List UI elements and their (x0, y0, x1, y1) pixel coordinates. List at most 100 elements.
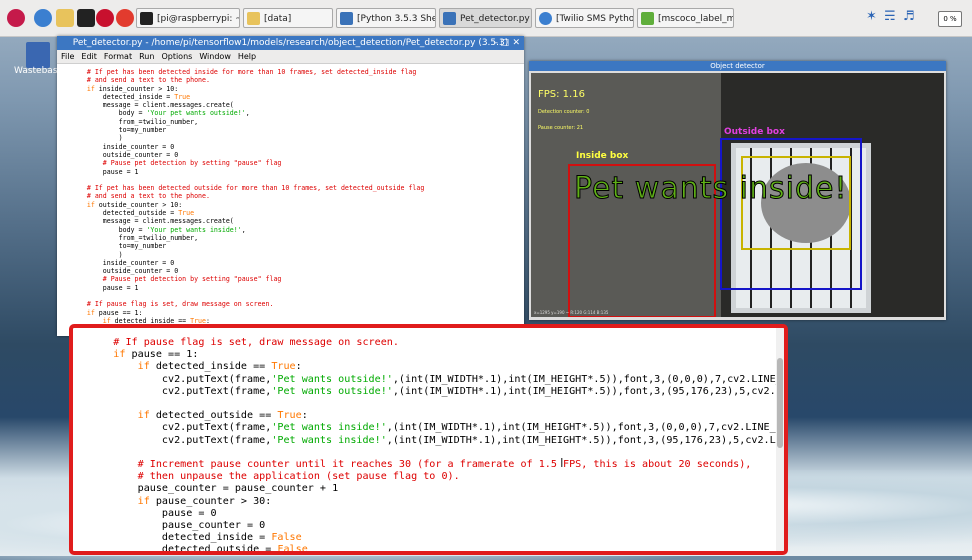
code-line: if pause == 1: (71, 309, 524, 317)
code-token: ,(int(IM_WIDTH*.1),int(IM_HEIGHT*.5)),fo… (386, 434, 782, 446)
code-token: cv2.putText(frame, (89, 385, 272, 397)
code-token: if (89, 349, 132, 361)
code-line: detected_outside = False (89, 544, 784, 555)
code-token: # and send a text to the phone. (71, 76, 210, 85)
code-token: # If pet has been detected inside for mo… (71, 68, 417, 76)
task-label: [pi@raspberrypi: ~/te... (157, 14, 239, 24)
menu-item-help[interactable]: Help (238, 52, 256, 61)
mathematica-icon[interactable] (116, 9, 134, 27)
code-line: # Pause pet detection by setting "pause"… (71, 275, 524, 283)
code-line: if detected_outside == True: (89, 410, 784, 422)
code-line: from_=twilio_number, (71, 118, 524, 126)
maximize-icon[interactable]: □ (500, 36, 509, 50)
code-token: outside_counter = 0 (71, 267, 179, 276)
wifi-icon[interactable]: ☴ (884, 9, 896, 24)
code-token: detected_outside = (89, 544, 278, 555)
code-token: inside_counter = 0 (71, 142, 175, 151)
code-token: if (89, 361, 156, 373)
minimize-icon[interactable]: – (494, 36, 499, 50)
wolfram-icon[interactable] (96, 9, 114, 27)
code-token: : (301, 410, 308, 422)
code-line: cv2.putText(frame,'Pet wants inside!',(i… (89, 422, 784, 434)
terminal-icon[interactable] (77, 9, 95, 27)
code-area[interactable]: # If pet has been detected inside for mo… (57, 64, 528, 342)
code-line: detected_outside = True (71, 209, 524, 217)
file-manager-icon[interactable] (56, 9, 74, 27)
code-token: pause = 1 (71, 167, 139, 176)
menu-item-edit[interactable]: Edit (81, 52, 97, 61)
code-line: detected_inside = False (89, 532, 784, 544)
task-label-map[interactable]: [mscoco_label_map.p... (637, 8, 734, 28)
code-line: pause_counter = 0 (89, 520, 784, 532)
code-line: inside_counter = 0 (71, 143, 524, 151)
zoomed-code-area: # If pause flag is set, draw message on … (73, 328, 784, 555)
code-token: False (277, 544, 308, 555)
scrollbar[interactable] (776, 328, 784, 551)
code-token: to=my_number (71, 126, 167, 135)
code-token: ) (71, 134, 123, 143)
menu-item-format[interactable]: Format (104, 52, 132, 61)
raspberry-menu-icon[interactable] (7, 9, 25, 27)
code-token: # If pause flag is set, draw message on … (71, 300, 274, 309)
code-token: ) (71, 250, 123, 259)
object-detector-window: Object detector FPS: 1.16 Detection coun… (529, 61, 946, 320)
task-label: [data] (264, 14, 292, 24)
task-twilio-browser[interactable]: [Twilio SMS Python Q... (535, 8, 634, 28)
task-terminal[interactable]: [pi@raspberrypi: ~/te... (136, 8, 240, 28)
code-line: # If pause flag is set, draw message on … (71, 300, 524, 308)
code-token: detected_inside == (155, 361, 272, 373)
volume-icon[interactable]: ♬ (903, 9, 915, 24)
task-data-folder[interactable]: [data] (243, 8, 333, 28)
code-line: cv2.putText(frame,'Pet wants outside!',(… (89, 374, 784, 386)
wastebasket-icon[interactable] (26, 42, 50, 68)
code-token: # then unpause the application (set paus… (89, 471, 460, 483)
code-token: 'Your pet wants outside!' (146, 109, 246, 118)
menu-item-run[interactable]: Run (139, 52, 154, 61)
code-token: pause_counter > 30: (155, 495, 272, 507)
code-line: # Pause pet detection by setting "pause"… (71, 159, 524, 167)
folder-icon (247, 12, 260, 25)
code-token: 'Pet wants outside!' (271, 373, 393, 385)
code-line: cv2.putText(frame,'Pet wants outside!',(… (89, 386, 784, 398)
code-token: from_=twilio_number, (71, 233, 199, 242)
task-label: Pet_detector.py - /ho... (460, 14, 531, 24)
code-token: pause = 1 (71, 283, 139, 292)
code-token: if (71, 308, 99, 317)
fps-readout: FPS: 1.16 (538, 89, 585, 100)
editor-title-bar[interactable]: Pet_detector.py - /home/pi/tensorflow1/m… (57, 36, 524, 50)
detector-title[interactable]: Object detector (529, 61, 946, 71)
close-icon[interactable]: ✕ (512, 36, 520, 50)
code-token: # Pause pet detection by setting "pause"… (71, 159, 282, 168)
code-line: cv2.putText(frame,'Pet wants inside!',(i… (89, 435, 784, 447)
task-pet-detector[interactable]: Pet_detector.py - /ho... (439, 8, 532, 28)
code-line: pause = 1 (71, 284, 524, 292)
code-token: detected_outside = (71, 209, 179, 218)
scrollbar-thumb[interactable] (777, 358, 783, 448)
code-token: cv2.putText(frame, (89, 422, 272, 434)
code-line: if detected_inside == True: (89, 361, 784, 373)
code-token: 'Your pet wants inside!' (146, 225, 242, 234)
menu-item-options[interactable]: Options (161, 52, 192, 61)
code-token: to=my_number (71, 242, 167, 251)
status-readout: x=1295 y=190 ~ R:120 G:114 B:135 (534, 310, 609, 315)
code-token: True (271, 361, 296, 373)
code-token: outside_counter > 10: (98, 200, 183, 209)
menu-item-window[interactable]: Window (199, 52, 231, 61)
code-token: if (71, 200, 99, 209)
code-token: # Pause pet detection by setting "pause"… (71, 275, 282, 284)
code-line: # If pet has been detected outside for m… (71, 184, 524, 192)
bluetooth-icon[interactable]: ✶ (866, 9, 877, 24)
code-token: detected_outside == (155, 410, 278, 422)
web-browser-icon[interactable] (34, 9, 52, 27)
code-line: inside_counter = 0 (71, 259, 524, 267)
code-token: inside_counter = 0 (71, 258, 175, 267)
code-token: outside_counter = 0 (71, 150, 179, 159)
task-python-shell[interactable]: [Python 3.5.3 Shell] (336, 8, 436, 28)
code-line: outside_counter = 0 (71, 151, 524, 159)
code-line: # If pet has been detected inside for mo… (71, 68, 524, 76)
menu-item-file[interactable]: File (61, 52, 74, 61)
outside-box-label: Outside box (724, 127, 785, 137)
code-line: # and send a text to the phone. (71, 76, 524, 84)
